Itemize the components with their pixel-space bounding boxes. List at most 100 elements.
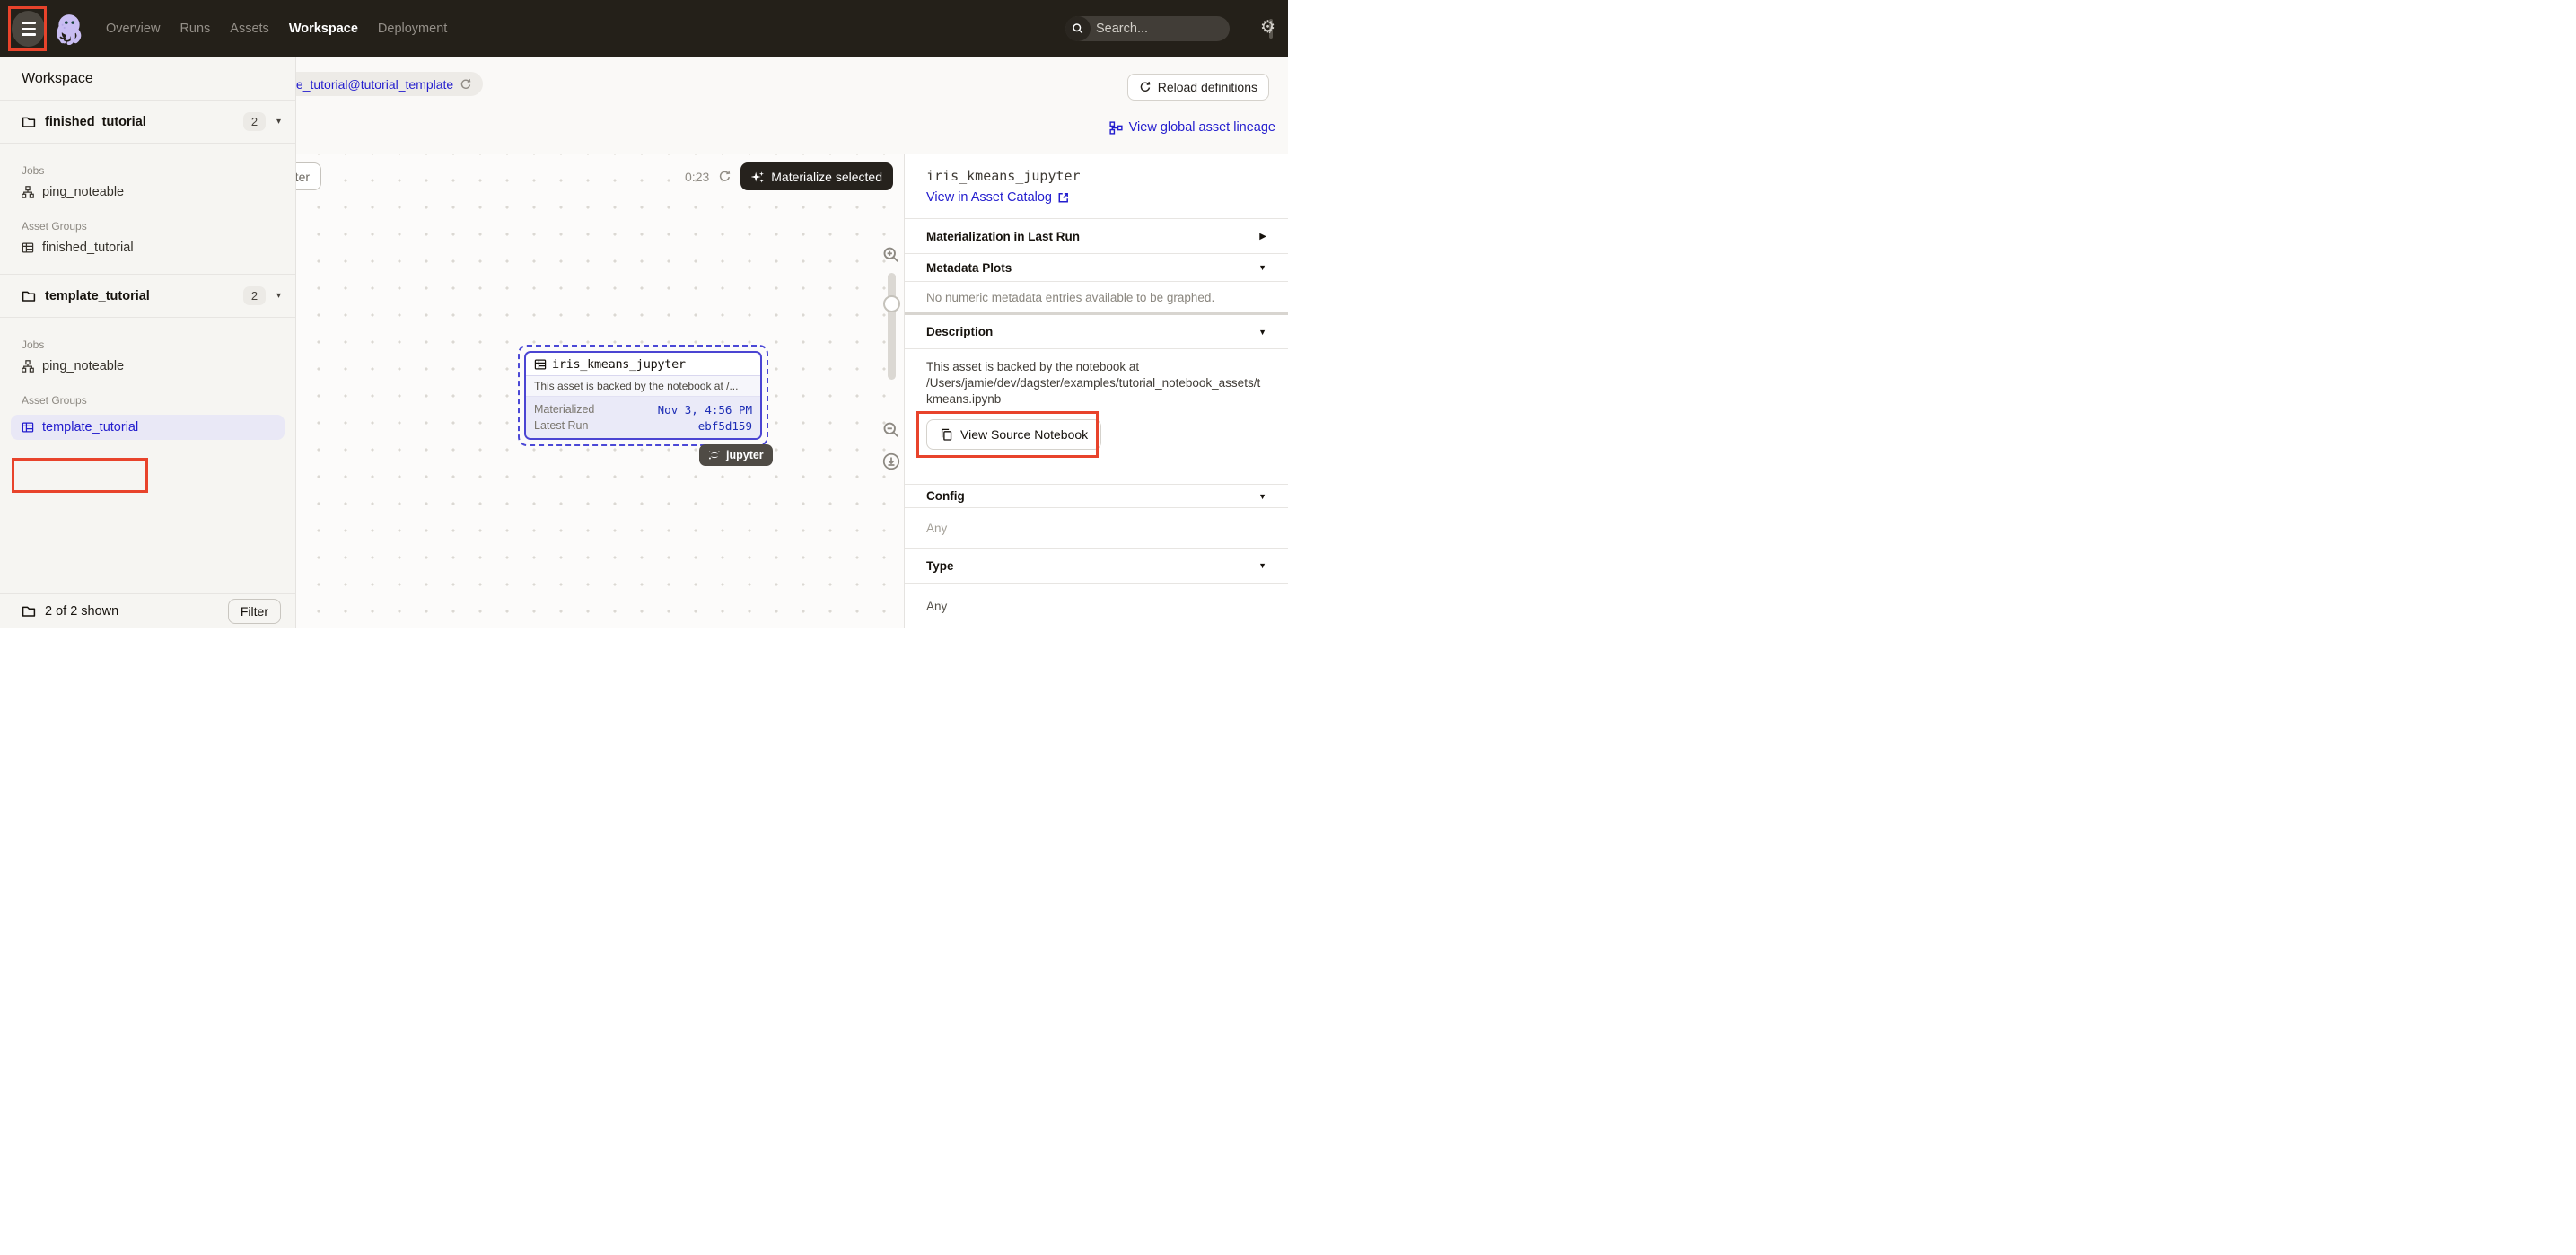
repo-name: finished_tutorial — [45, 115, 243, 129]
lineage-label: View global asset lineage — [1129, 120, 1275, 135]
chevron-down-icon: ▼ — [1258, 263, 1266, 272]
section-metadata-plots[interactable]: Metadata Plots ▼ — [905, 253, 1288, 281]
asset-detail-title: iris_kmeans_jupyter — [926, 168, 1266, 184]
chevron-down-icon[interactable]: ▾ — [276, 117, 281, 127]
repo-count-badge: 2 — [243, 112, 266, 131]
latest-run-id[interactable]: ebf5d159 — [698, 419, 752, 433]
annotation-box-selected-asset-group — [12, 458, 148, 493]
job-icon — [22, 186, 34, 198]
view-global-asset-lineage-link[interactable]: View global asset lineage — [1109, 120, 1275, 135]
section-label: Description — [926, 325, 993, 338]
global-search[interactable]: / — [1065, 16, 1230, 41]
page-header: template_tutorial@tutorial_template Relo… — [296, 57, 1288, 154]
zoom-in-button[interactable] — [882, 246, 900, 264]
asset-description-text: This asset is backed by the notebook at … — [926, 359, 1266, 408]
external-link-icon — [1057, 191, 1070, 204]
section-materialization-in-last-run[interactable]: Materialization in Last Run ▶ — [905, 218, 1288, 253]
breadcrumb-label: template_tutorial@tutorial_template — [296, 77, 453, 92]
repo-count-badge: 2 — [243, 286, 266, 305]
search-icon — [1065, 16, 1091, 41]
download-view-button[interactable] — [882, 452, 900, 470]
folder-icon — [22, 604, 36, 619]
asset-graph-canvas[interactable]: jupyter 0:23 Materialize selected iris_k… — [296, 154, 904, 628]
view-in-asset-catalog-link[interactable]: View in Asset Catalog — [926, 190, 1070, 205]
reload-definitions-button[interactable]: Reload definitions — [1127, 74, 1269, 101]
search-input[interactable] — [1091, 22, 1269, 36]
hamburger-menu-button[interactable] — [12, 11, 45, 47]
asset-groups-section-label: Asset Groups — [22, 217, 274, 235]
top-nav: Overview Runs Assets Workspace Deploymen… — [0, 0, 1288, 57]
section-label: Materialization in Last Run — [926, 230, 1080, 243]
jobs-section-label: Jobs — [22, 336, 274, 354]
jupyter-tag[interactable]: jupyter — [699, 444, 773, 466]
repo-name: template_tutorial — [45, 289, 243, 303]
filter-button[interactable]: Filter — [228, 599, 281, 624]
asset-table-icon — [534, 358, 547, 371]
repo-group-template: Jobs ping_noteable Asset Groups template… — [0, 318, 295, 453]
refresh-icon[interactable] — [460, 78, 472, 91]
section-label: Type — [926, 559, 954, 573]
chevron-right-icon: ▶ — [1259, 232, 1266, 241]
section-config[interactable]: Config ▼ — [905, 484, 1288, 507]
section-label: Metadata Plots — [926, 261, 1012, 275]
primary-nav: Overview Runs Assets Workspace Deploymen… — [106, 22, 447, 36]
nav-item-deployment[interactable]: Deployment — [378, 22, 447, 36]
sidebar-item-job-ping-noteable[interactable]: ping_noteable — [0, 354, 295, 379]
nav-item-runs[interactable]: Runs — [180, 22, 210, 36]
graph-toolbar: 0:23 Materialize selected — [685, 162, 893, 190]
sidebar-item-asset-group-template-tutorial[interactable]: template_tutorial — [11, 415, 285, 440]
type-value: Any — [905, 583, 1288, 628]
asset-node-iris-kmeans-jupyter[interactable]: iris_kmeans_jupyter This asset is backed… — [524, 351, 762, 440]
chevron-down-icon[interactable]: ▾ — [276, 291, 281, 301]
jupyter-tag-label: jupyter — [726, 449, 764, 461]
sidebar-footer: 2 of 2 shown Filter — [0, 593, 295, 628]
zoom-out-button[interactable] — [882, 421, 900, 439]
view-source-notebook-label: View Source Notebook — [960, 427, 1088, 442]
zoom-slider-track[interactable] — [888, 273, 896, 380]
sidebar-title: Workspace — [0, 57, 295, 101]
materialized-label: Materialized — [534, 403, 594, 417]
catalog-link-label: View in Asset Catalog — [926, 190, 1052, 205]
zoom-slider-handle[interactable] — [883, 295, 900, 312]
gear-icon[interactable]: ⚙ — [1260, 19, 1275, 36]
view-source-notebook-button[interactable]: View Source Notebook — [926, 419, 1101, 450]
asset-group-icon — [22, 421, 34, 434]
metadata-plots-empty-text: No numeric metadata entries available to… — [905, 281, 1288, 312]
materialized-timestamp[interactable]: Nov 3, 4:56 PM — [658, 403, 752, 417]
sparkle-icon — [751, 170, 765, 184]
workspace-sidebar: Workspace finished_tutorial 2 ▾ Jobs pin… — [0, 57, 296, 628]
repos-shown-count: 2 of 2 shown — [45, 604, 228, 619]
asset-group-label: finished_tutorial — [42, 241, 134, 255]
config-value: Any — [905, 507, 1288, 548]
job-label: ping_noteable — [42, 359, 124, 373]
repo-row-template-tutorial[interactable]: template_tutorial 2 ▾ — [0, 275, 295, 318]
refresh-icon — [1139, 81, 1152, 93]
nav-item-overview[interactable]: Overview — [106, 22, 160, 36]
nav-item-workspace[interactable]: Workspace — [289, 22, 358, 36]
clipped-node-tag[interactable]: jupyter — [296, 162, 321, 190]
asset-group-label: template_tutorial — [42, 420, 138, 434]
breadcrumb[interactable]: template_tutorial@tutorial_template — [296, 72, 483, 96]
asset-node-description: This asset is backed by the notebook at … — [526, 376, 760, 397]
latest-run-label: Latest Run — [534, 419, 588, 433]
sidebar-item-job-ping-noteable[interactable]: ping_noteable — [0, 180, 295, 205]
dagster-logo[interactable] — [54, 13, 84, 45]
jupyter-icon — [708, 449, 721, 461]
chevron-down-icon: ▼ — [1258, 492, 1266, 501]
asset-detail-panel: iris_kmeans_jupyter View in Asset Catalo… — [904, 154, 1288, 628]
jobs-section-label: Jobs — [22, 162, 274, 180]
repo-row-finished-tutorial[interactable]: finished_tutorial 2 ▾ — [0, 101, 295, 144]
section-type[interactable]: Type ▼ — [905, 548, 1288, 583]
materialize-label: Materialize selected — [771, 170, 882, 184]
sidebar-item-asset-group-finished-tutorial[interactable]: finished_tutorial — [0, 235, 295, 260]
nav-item-assets[interactable]: Assets — [230, 22, 269, 36]
section-description[interactable]: Description ▼ — [905, 315, 1288, 348]
asset-node-name: iris_kmeans_jupyter — [552, 357, 686, 372]
materialize-selected-button[interactable]: Materialize selected — [740, 162, 893, 190]
reload-definitions-label: Reload definitions — [1158, 80, 1257, 94]
chevron-down-icon: ▼ — [1258, 561, 1266, 570]
chevron-down-icon: ▼ — [1258, 328, 1266, 337]
folder-icon — [22, 115, 36, 129]
asset-node-selected-outline[interactable]: iris_kmeans_jupyter This asset is backed… — [518, 345, 768, 446]
refresh-icon[interactable] — [718, 170, 732, 183]
